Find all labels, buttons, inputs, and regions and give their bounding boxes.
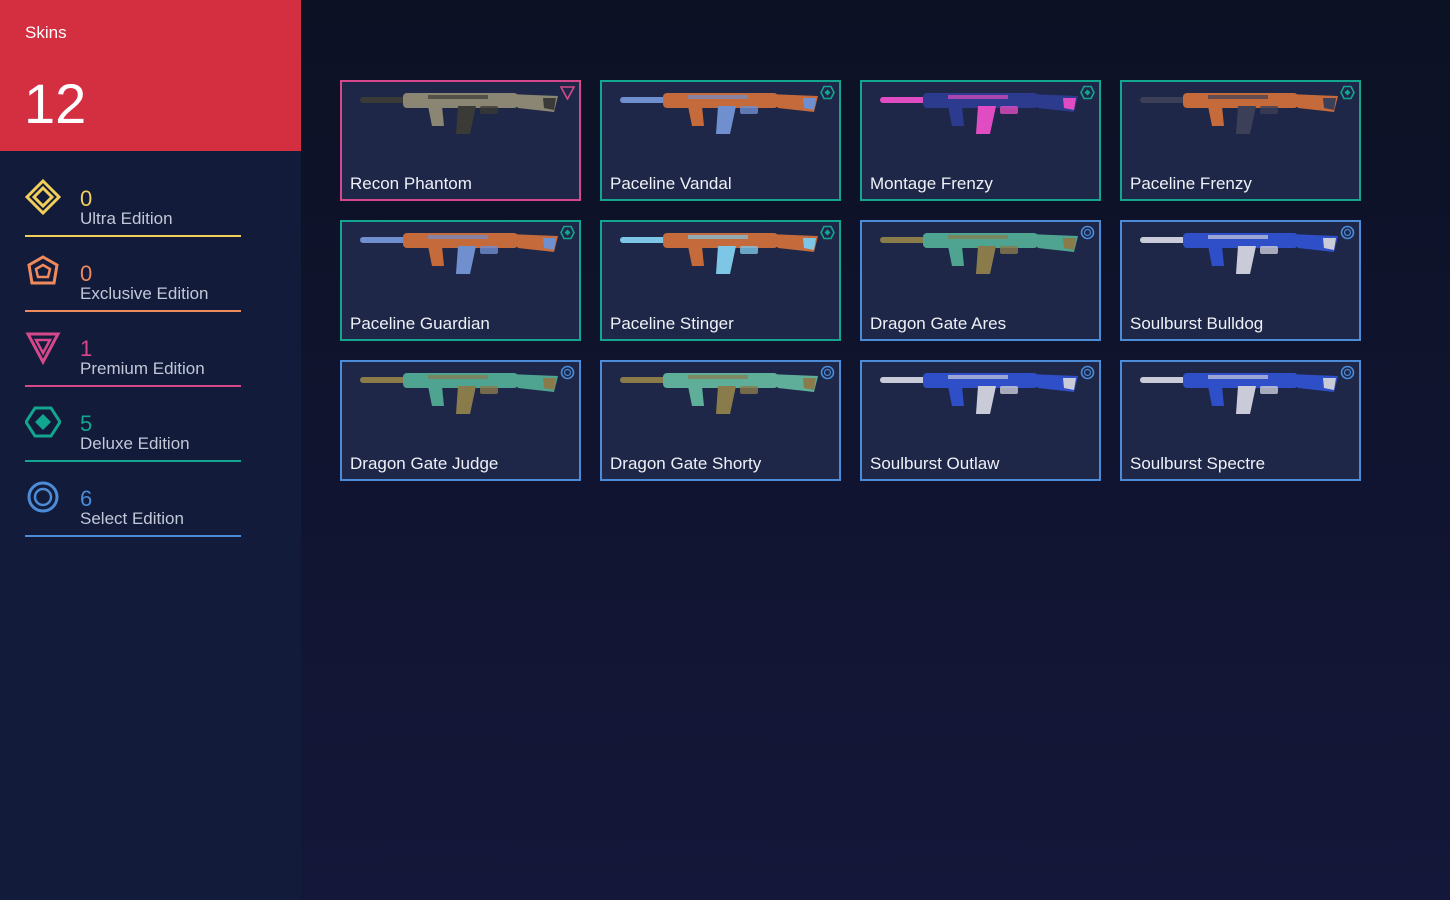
skin-card[interactable]: Dragon Gate Shorty <box>600 360 841 481</box>
deluxe-edition-icon <box>25 406 61 438</box>
skin-name: Paceline Vandal <box>610 174 732 193</box>
skin-name: Dragon Gate Shorty <box>610 454 762 473</box>
skin-name: Recon Phantom <box>350 174 472 193</box>
weapon-skin-icon <box>1140 93 1338 134</box>
tier-label: Premium Edition <box>80 359 205 378</box>
skin-name: Soulburst Bulldog <box>1130 314 1264 333</box>
tier-count: 5 <box>80 411 93 436</box>
premium-tier-badge-icon <box>560 86 575 100</box>
tier-exclusive-edition: 0 Exclusive Edition <box>25 251 241 312</box>
select-tier-badge-icon <box>1340 365 1355 380</box>
skin-card[interactable]: Paceline Frenzy <box>1120 80 1361 201</box>
skin-card[interactable]: Dragon Gate Judge <box>340 360 581 481</box>
skin-card[interactable]: Soulburst Spectre <box>1120 360 1361 481</box>
deluxe-tier-badge-icon <box>560 225 575 240</box>
skin-name: Paceline Stinger <box>610 314 734 333</box>
skin-name: Soulburst Outlaw <box>870 454 1000 473</box>
weapon-skin-icon <box>880 373 1078 414</box>
weapon-skin-icon <box>880 233 1078 274</box>
select-tier-badge-icon <box>1340 225 1355 240</box>
skin-name: Paceline Frenzy <box>1130 174 1252 193</box>
select-tier-badge-icon <box>1080 365 1095 380</box>
tier-label: Deluxe Edition <box>80 434 190 453</box>
deluxe-tier-badge-icon <box>820 225 835 240</box>
tier-premium-edition: 1 Premium Edition <box>25 326 241 387</box>
exclusive-edition-icon <box>27 255 59 285</box>
weapon-skin-icon <box>620 233 818 274</box>
tier-count: 0 <box>80 261 93 286</box>
tier-label: Exclusive Edition <box>80 284 209 303</box>
deluxe-tier-badge-icon <box>1080 85 1095 100</box>
select-tier-badge-icon <box>820 365 835 380</box>
tier-label: Ultra Edition <box>80 209 173 228</box>
tier-count: 6 <box>80 486 93 511</box>
skin-name: Dragon Gate Ares <box>870 314 1007 333</box>
weapon-skin-icon <box>360 93 558 134</box>
skin-card[interactable]: Dragon Gate Ares <box>860 220 1101 341</box>
weapon-skin-icon <box>1140 373 1338 414</box>
skin-name: Dragon Gate Judge <box>350 454 499 473</box>
skin-card[interactable]: Montage Frenzy <box>860 80 1101 201</box>
skin-card[interactable]: Paceline Guardian <box>340 220 581 341</box>
tier-label: Select Edition <box>80 509 184 528</box>
select-tier-badge-icon <box>1080 225 1095 240</box>
tier-deluxe-edition: 5 Deluxe Edition <box>25 401 241 462</box>
skin-card[interactable]: Soulburst Outlaw <box>860 360 1101 481</box>
skins-title: Skins <box>25 23 67 42</box>
skin-card[interactable]: Paceline Vandal <box>600 80 841 201</box>
skin-name: Paceline Guardian <box>350 314 490 333</box>
skins-summary-header: Skins 12 <box>0 0 301 151</box>
skin-name: Soulburst Spectre <box>1130 454 1266 473</box>
weapon-skin-icon <box>620 93 818 134</box>
weapon-skin-icon <box>880 93 1078 134</box>
tier-ultra-edition: 0 Ultra Edition <box>25 176 241 237</box>
deluxe-tier-badge-icon <box>820 85 835 100</box>
skin-name: Montage Frenzy <box>870 174 993 193</box>
tier-count: 1 <box>80 336 93 361</box>
sidebar: Skins 12 0 Ultra Edition 0 Exclusive Editi… <box>0 0 301 900</box>
select-tier-badge-icon <box>560 365 575 380</box>
weapon-skin-icon <box>360 233 558 274</box>
tier-count: 0 <box>80 186 93 211</box>
skin-card[interactable]: Paceline Stinger <box>600 220 841 341</box>
ultra-edition-icon <box>25 179 61 215</box>
select-edition-icon <box>27 481 59 513</box>
skins-total-count: 12 <box>24 72 87 135</box>
weapon-skin-icon <box>1140 233 1338 274</box>
skin-card[interactable]: Soulburst Bulldog <box>1120 220 1361 341</box>
weapon-skin-icon <box>360 373 558 414</box>
premium-edition-icon <box>25 332 61 365</box>
tier-select-edition: 6 Select Edition <box>25 476 241 537</box>
skin-card[interactable]: Recon Phantom <box>340 80 581 201</box>
deluxe-tier-badge-icon <box>1340 85 1355 100</box>
weapon-skin-icon <box>620 373 818 414</box>
